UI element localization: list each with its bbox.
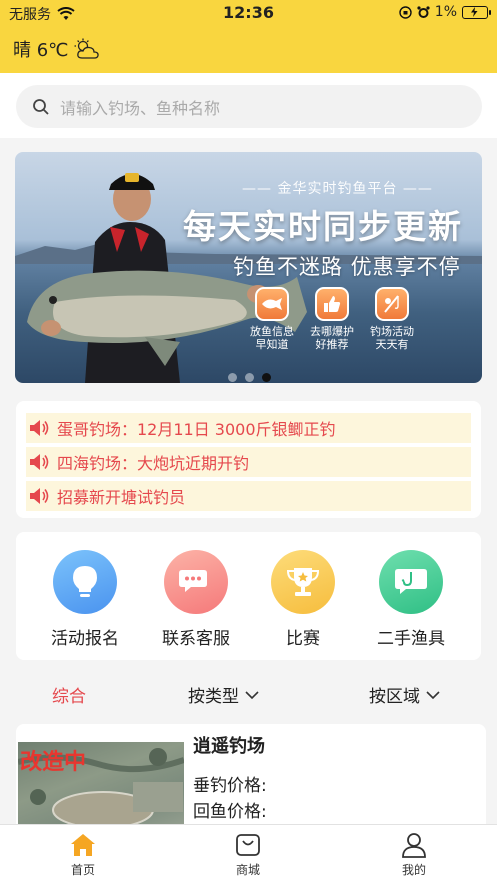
banner-title: 每天实时同步更新: [183, 207, 463, 246]
fishing-price-label: 垂钓价格:: [193, 776, 267, 796]
feature-line2: 天天有: [375, 338, 409, 351]
notice-text: 蛋哥钓场：12月11日 3000斤银鲫正钓: [57, 420, 336, 439]
status-bar: 无服务 12:36 1%: [0, 0, 497, 26]
notice-item[interactable]: 四海钓场：大炮坑近期开钓: [26, 447, 471, 477]
quick-item-signup[interactable]: 活动报名: [30, 550, 140, 649]
notice-item[interactable]: 蛋哥钓场：12月11日 3000斤银鲫正钓: [26, 413, 471, 443]
weather-text: 晴 6℃: [13, 40, 69, 61]
spot-name: 逍遥钓场: [193, 736, 265, 757]
spot-thumbnail: 改造中: [18, 742, 184, 834]
filter-by-type[interactable]: 按类型: [188, 682, 259, 707]
filter-all-label: 综合: [52, 687, 86, 707]
carousel-indicator: [228, 373, 271, 382]
tab-mine[interactable]: 我的: [374, 831, 454, 878]
trophy-icon: [271, 550, 335, 614]
quick-menu: 活动报名 联系客服 比赛 二手渔具: [16, 532, 481, 660]
quick-item-label: 联系客服: [162, 629, 230, 649]
shopping-bag-icon: [236, 834, 260, 856]
quick-item-contest[interactable]: 比赛: [248, 550, 358, 649]
alarm-icon: [417, 5, 430, 18]
chevron-down-icon: [245, 690, 259, 699]
speaker-icon: [30, 420, 49, 436]
quick-item-label: 活动报名: [51, 629, 119, 649]
banner-subtitle: —— 金华实时钓鱼平台 ——: [242, 181, 433, 197]
filter-area-label: 按区域: [369, 687, 420, 707]
chevron-down-icon: [426, 690, 440, 699]
chat-bubbles-icon: [164, 550, 228, 614]
tab-home-label: 首页: [70, 863, 95, 877]
partly-cloudy-icon: [74, 38, 100, 59]
user-icon: [402, 833, 426, 858]
notice-item[interactable]: 招募新开塘试钓员: [26, 481, 471, 511]
thumbs-up-icon: [315, 287, 349, 321]
feature-line1: 去哪爆护: [310, 325, 354, 338]
search-icon: [33, 98, 49, 115]
search-placeholder: 请输入钓场、鱼种名称: [60, 98, 221, 118]
fishing-icon: [375, 287, 409, 321]
feature-line1: 放鱼信息: [250, 325, 294, 338]
bottom-tab-bar: 首页 商城 我的: [0, 824, 497, 883]
return-price-label: 回鱼价格:: [193, 802, 267, 822]
search-input[interactable]: 请输入钓场、鱼种名称: [16, 85, 482, 128]
banner-feature-recommend: 去哪爆护 好推荐: [301, 287, 363, 351]
tab-mine-label: 我的: [401, 863, 426, 877]
quick-item-label: 比赛: [286, 629, 320, 649]
tab-mall-label: 商城: [235, 863, 260, 877]
battery-icon: [462, 5, 491, 19]
quick-item-support[interactable]: 联系客服: [141, 550, 251, 649]
fish-icon: [255, 287, 289, 321]
carousel-dot[interactable]: [245, 373, 254, 382]
banner-slogan: 钓鱼不迷路 优惠享不停: [233, 255, 461, 279]
feature-line2: 好推荐: [315, 338, 349, 351]
filter-bar: 综合 按类型 按区域: [0, 672, 497, 714]
search-section: 请输入钓场、鱼种名称: [0, 73, 497, 138]
battery-percent: 1%: [434, 4, 457, 20]
weather-widget: 晴 6℃: [13, 36, 100, 62]
banner-subtitle-text: 金华实时钓鱼平台: [277, 181, 398, 197]
speaker-icon: [30, 454, 49, 470]
quick-item-label: 二手渔具: [377, 629, 445, 649]
filter-type-label: 按类型: [188, 687, 239, 707]
promo-banner[interactable]: —— 金华实时钓鱼平台 —— 每天实时同步更新 钓鱼不迷路 优惠享不停 放鱼信息…: [15, 152, 482, 383]
filter-all[interactable]: 综合: [52, 682, 86, 707]
feature-line1: 钓场活动: [370, 325, 414, 338]
tab-home[interactable]: 首页: [43, 831, 123, 878]
fishhook-icon: [379, 550, 443, 614]
speaker-icon: [30, 488, 49, 504]
filter-by-area[interactable]: 按区域: [369, 682, 440, 707]
notice-text: 招募新开塘试钓员: [57, 488, 186, 507]
carousel-dot[interactable]: [228, 373, 237, 382]
quick-item-used-gear[interactable]: 二手渔具: [356, 550, 466, 649]
thumbnail-overlay-text: 改造中: [20, 750, 87, 775]
notice-text: 四海钓场：大炮坑近期开钓: [57, 454, 250, 473]
home-icon: [71, 834, 95, 856]
app-header: 无服务 12:36 1% 晴 6℃: [0, 0, 497, 73]
banner-feature-activity: 钓场活动 天天有: [361, 287, 423, 351]
banner-feature-fish-info: 放鱼信息 早知道: [241, 287, 303, 351]
carousel-dot-active[interactable]: [262, 373, 271, 382]
fishing-spot-card[interactable]: 改造中 逍遥钓场 垂钓价格: 回鱼价格:: [16, 724, 486, 834]
feature-line2: 早知道: [255, 338, 289, 351]
tab-mall[interactable]: 商城: [208, 831, 288, 878]
orientation-lock-icon: [399, 5, 412, 19]
notice-board: 蛋哥钓场：12月11日 3000斤银鲫正钓 四海钓场：大炮坑近期开钓 招募新开塘…: [16, 401, 481, 518]
lightbulb-icon: [53, 550, 117, 614]
